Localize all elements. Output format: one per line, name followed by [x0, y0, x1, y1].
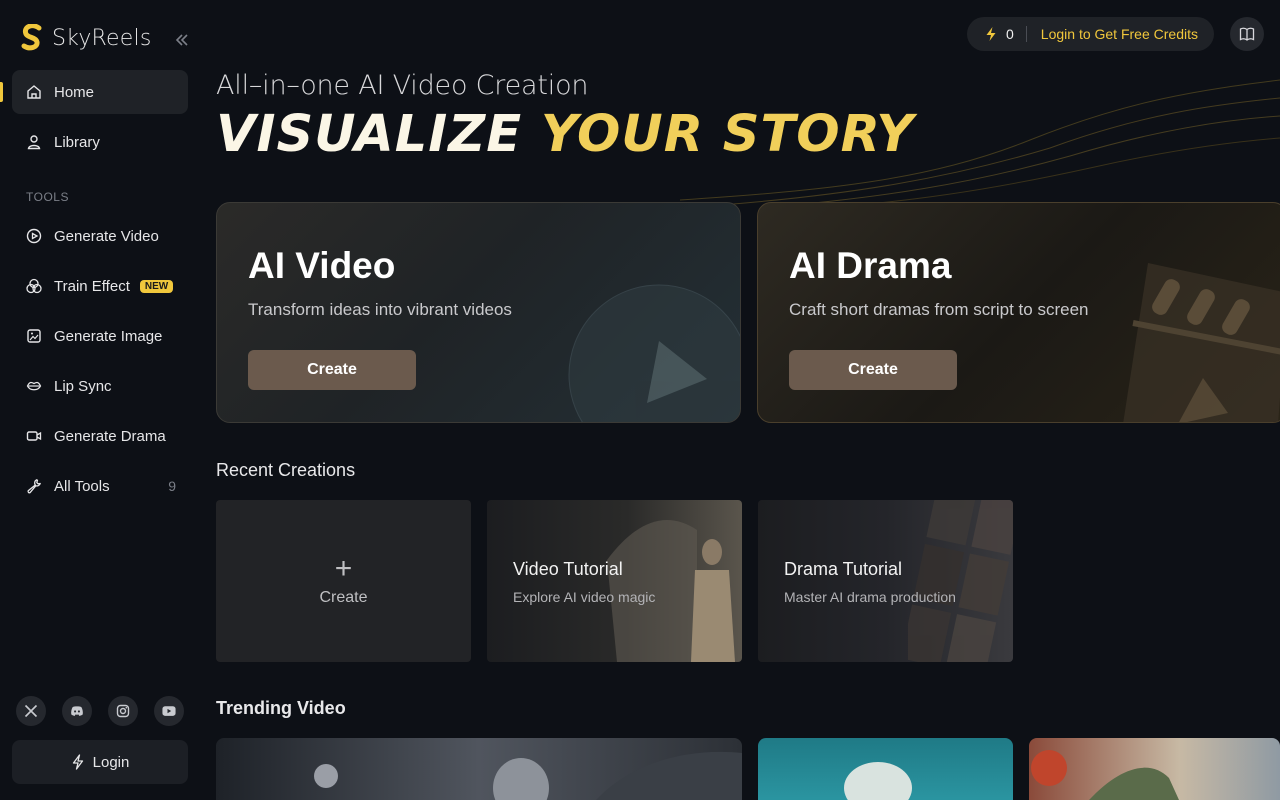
- card-description: Transform ideas into vibrant videos: [248, 300, 512, 319]
- tile-title: Drama Tutorial: [784, 559, 903, 579]
- sidebar-item-all-tools[interactable]: All Tools 9: [12, 464, 188, 508]
- sidebar-item-generate-video[interactable]: Generate Video: [12, 214, 188, 258]
- collapse-sidebar-icon[interactable]: [172, 30, 192, 50]
- hero-title-part2: YOUR STORY: [540, 105, 915, 164]
- tile-subtitle: Explore AI video magic: [513, 589, 656, 605]
- hero-title-part1: VISUALIZE: [216, 105, 523, 164]
- ai-drama-create-button[interactable]: Create: [789, 350, 957, 390]
- card-description: Craft short dramas from script to screen: [789, 300, 1089, 319]
- sidebar-item-label: Home: [54, 83, 95, 101]
- social-links: [16, 696, 184, 726]
- lips-icon: [26, 378, 42, 394]
- new-badge: NEW: [139, 279, 174, 293]
- book-icon[interactable]: [1230, 17, 1264, 51]
- card-title: AI Video: [248, 245, 396, 286]
- bolt-icon: [986, 27, 996, 41]
- credits-pill[interactable]: 0 Login to Get Free Credits: [967, 17, 1214, 51]
- tile-title: Video Tutorial: [513, 559, 623, 579]
- create-tile[interactable]: + Create: [216, 500, 471, 662]
- sidebar-item-label: Train Effect: [54, 277, 130, 295]
- trending-video-thumbnail[interactable]: [216, 738, 742, 800]
- drama-tutorial-tile[interactable]: Drama Tutorial Master AI drama productio…: [758, 500, 1013, 662]
- login-button[interactable]: Login: [12, 740, 188, 784]
- free-credits-link[interactable]: Login to Get Free Credits: [1041, 26, 1198, 42]
- video-tutorial-tile[interactable]: Video Tutorial Explore AI video magic: [487, 500, 742, 662]
- play-decoration-icon: [568, 284, 740, 422]
- sidebar-item-generate-drama[interactable]: Generate Drama: [12, 414, 188, 458]
- main-nav: Home Library: [12, 70, 188, 170]
- trending-video-thumbnail[interactable]: [758, 738, 1013, 800]
- wrench-icon: [26, 478, 42, 494]
- youtube-icon[interactable]: [154, 696, 184, 726]
- sidebar-item-label: Generate Drama: [54, 427, 166, 445]
- thumbnail-art: [1031, 750, 1179, 800]
- sidebar-item-home[interactable]: Home: [12, 70, 188, 114]
- tools-section-label: TOOLS: [26, 190, 69, 204]
- sidebar-item-label: All Tools: [54, 477, 110, 495]
- tools-nav: Generate Video Train Effect NEW Generate…: [12, 214, 188, 514]
- ai-video-create-button[interactable]: Create: [248, 350, 416, 390]
- hero-subtitle: All–in–one AI Video Creation: [216, 70, 589, 101]
- ai-video-card[interactable]: AI Video Transform ideas into vibrant vi…: [216, 202, 741, 423]
- image-icon: [26, 328, 42, 344]
- sidebar: SkyReels Home Library TOOLS Generate Vid…: [0, 0, 200, 800]
- logo[interactable]: SkyReels: [20, 24, 151, 52]
- home-icon: [26, 84, 42, 100]
- x-icon[interactable]: [16, 696, 46, 726]
- create-tile-label: Create: [319, 589, 368, 606]
- thumbnail-art: [844, 762, 912, 800]
- tutorial-thumbnail: [607, 520, 735, 662]
- credits-count: 0: [1006, 26, 1014, 42]
- effect-icon: [26, 278, 42, 294]
- sidebar-item-label: Generate Image: [54, 327, 163, 345]
- sidebar-item-label: Generate Video: [54, 227, 159, 245]
- card-title: AI Drama: [789, 245, 952, 286]
- active-nav-marker: [0, 82, 3, 102]
- thumbnail-art: [314, 751, 742, 800]
- play-circle-icon: [26, 228, 42, 244]
- login-label: Login: [92, 753, 130, 771]
- tools-count: 9: [168, 478, 176, 494]
- app-name: SkyReels: [52, 25, 152, 51]
- divider: [1025, 26, 1027, 42]
- skyreels-logo-icon: [21, 24, 42, 51]
- sidebar-item-generate-image[interactable]: Generate Image: [12, 314, 188, 358]
- user-icon: [26, 134, 42, 150]
- sidebar-item-label: Lip Sync: [54, 377, 112, 395]
- clapperboard-decoration-icon: [1123, 263, 1280, 422]
- bolt-icon: [72, 754, 83, 770]
- trending-video-thumbnail[interactable]: [1029, 738, 1280, 800]
- tutorial-thumbnail: [908, 500, 1013, 662]
- instagram-icon[interactable]: [108, 696, 138, 726]
- sidebar-item-label: Library: [54, 133, 100, 151]
- recent-creations-title: Recent Creations: [216, 460, 356, 480]
- ai-drama-card[interactable]: AI Drama Craft short dramas from script …: [757, 202, 1280, 423]
- sidebar-item-train-effect[interactable]: Train Effect NEW: [12, 264, 188, 308]
- hero-title: VISUALIZE YOUR STORY: [216, 105, 914, 164]
- sidebar-item-lip-sync[interactable]: Lip Sync: [12, 364, 188, 408]
- plus-icon: +: [334, 552, 353, 585]
- camera-icon: [26, 428, 42, 444]
- trending-video-title: Trending Video: [216, 698, 346, 718]
- discord-icon[interactable]: [62, 696, 92, 726]
- tile-subtitle: Master AI drama production: [784, 589, 956, 605]
- sidebar-item-library[interactable]: Library: [12, 120, 188, 164]
